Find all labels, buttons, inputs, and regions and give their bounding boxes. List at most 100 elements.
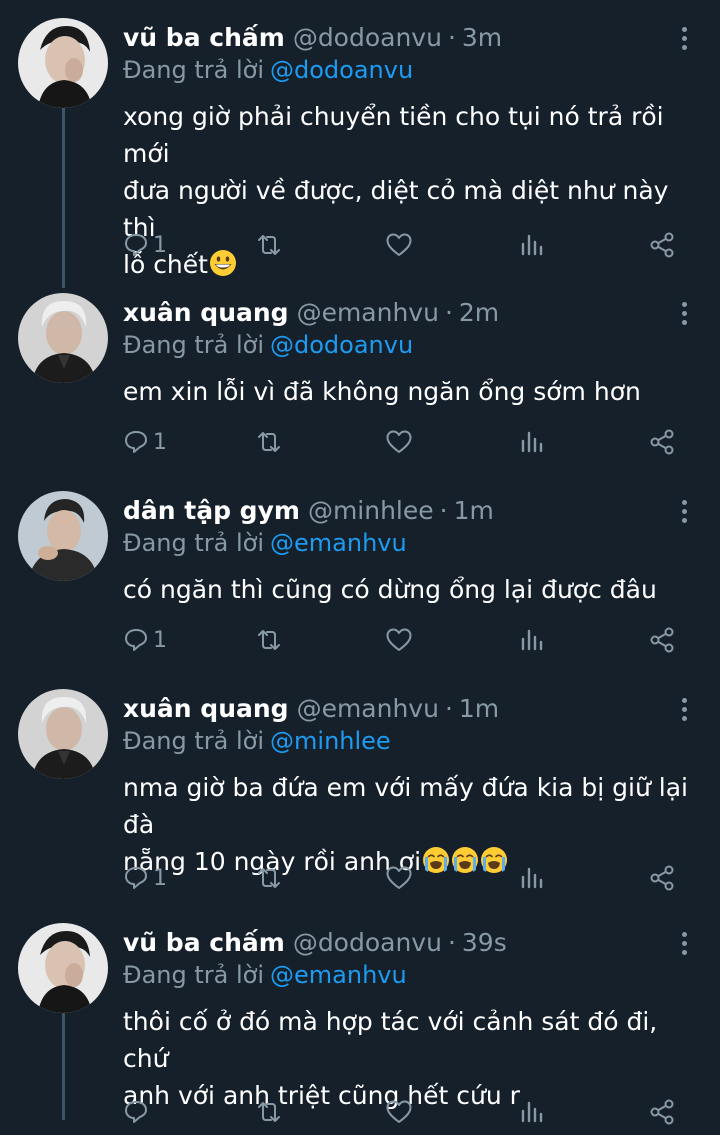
share-button[interactable]	[648, 424, 676, 460]
timestamp[interactable]: 2m	[459, 293, 499, 333]
share-icon	[650, 429, 674, 455]
timestamp[interactable]: 3m	[462, 18, 502, 58]
more-icon[interactable]	[672, 22, 696, 54]
retweet-icon	[258, 868, 280, 888]
reply-button[interactable]	[123, 1094, 153, 1130]
timestamp[interactable]: 1m	[459, 689, 499, 729]
share-button[interactable]	[648, 622, 676, 658]
replying-to-label: Đang trả lời	[123, 727, 265, 755]
avatar[interactable]	[18, 689, 108, 779]
heart-icon	[386, 233, 412, 256]
reply-button[interactable]: 1	[123, 860, 167, 896]
stats-icon	[521, 234, 543, 256]
separator-dot: ·	[447, 23, 456, 52]
like-button[interactable]	[385, 227, 413, 263]
retweet-icon	[258, 235, 280, 255]
reply-icon	[125, 1101, 147, 1123]
replying-to: Đang trả lời @dodoanvu	[123, 327, 413, 363]
separator-dot: ·	[444, 694, 453, 723]
action-bar: 1	[123, 622, 683, 658]
avatar[interactable]	[18, 18, 108, 108]
timestamp[interactable]: 39s	[462, 923, 507, 963]
heart-icon	[386, 1100, 412, 1123]
share-icon	[650, 1099, 674, 1125]
like-button[interactable]	[385, 424, 413, 460]
stats-icon	[521, 431, 543, 453]
more-icon[interactable]	[672, 297, 696, 329]
replying-to-handle[interactable]: @minhlee	[270, 727, 391, 755]
stats-icon	[521, 1101, 543, 1123]
tweet[interactable]: vũ ba chấm @dodoanvu · 39s Đang trả lời @…	[0, 923, 720, 1135]
tweet[interactable]: vũ ba chấm @dodoanvu · 3m Đang trả lời @d…	[0, 18, 720, 280]
share-icon	[650, 232, 674, 258]
share-icon	[650, 627, 674, 653]
reply-icon	[125, 629, 147, 651]
tweet[interactable]: xuân quang @emanhvu · 1m Đang trả lời @mi…	[0, 689, 720, 909]
replying-to-handle[interactable]: @dodoanvu	[270, 331, 413, 359]
retweet-button[interactable]	[255, 424, 283, 460]
share-button[interactable]	[648, 860, 676, 896]
share-button[interactable]	[648, 227, 676, 263]
stats-button[interactable]	[519, 1094, 545, 1130]
like-button[interactable]	[385, 622, 413, 658]
reply-button[interactable]: 1	[123, 622, 167, 658]
retweet-button[interactable]	[255, 1094, 283, 1130]
action-bar: 1	[123, 227, 683, 263]
avatar[interactable]	[18, 923, 108, 1013]
reply-button[interactable]: 1	[123, 424, 167, 460]
separator-dot: ·	[444, 298, 453, 327]
tweet-text: có ngăn thì cũng có dừng ổng lại được đâ…	[123, 571, 703, 608]
stats-button[interactable]	[519, 622, 545, 658]
retweet-icon	[258, 630, 280, 650]
reply-icon	[125, 234, 147, 256]
heart-icon	[386, 430, 412, 453]
like-button[interactable]	[385, 860, 413, 896]
share-button[interactable]	[648, 1094, 676, 1130]
more-icon[interactable]	[672, 927, 696, 959]
reply-thread: vũ ba chấm @dodoanvu · 3m Đang trả lời @d…	[0, 0, 720, 1135]
timestamp[interactable]: 1m	[454, 491, 494, 531]
stats-button[interactable]	[519, 424, 545, 460]
replying-to-handle[interactable]: @emanhvu	[270, 961, 407, 989]
action-bar: 1	[123, 424, 683, 460]
replying-to-handle[interactable]: @dodoanvu	[270, 56, 413, 84]
stats-button[interactable]	[519, 227, 545, 263]
reply-icon	[125, 867, 147, 889]
stats-icon	[521, 867, 543, 889]
tweet[interactable]: dân tập gym @minhlee · 1m Đang trả lời @e…	[0, 491, 720, 673]
heart-icon	[386, 628, 412, 651]
replying-to-label: Đang trả lời	[123, 961, 265, 989]
tweet-text-body: có ngăn thì cũng có dừng ổng lại được đâ…	[123, 575, 657, 604]
replying-to-label: Đang trả lời	[123, 529, 265, 557]
stats-icon	[521, 629, 543, 651]
reply-icon	[125, 431, 147, 453]
stats-button[interactable]	[519, 860, 545, 896]
reply-button[interactable]: 1	[123, 227, 167, 263]
replying-to: Đang trả lời @dodoanvu	[123, 52, 413, 88]
action-bar: 1	[123, 860, 683, 896]
avatar[interactable]	[18, 293, 108, 383]
replying-to: Đang trả lời @emanhvu	[123, 957, 407, 993]
like-button[interactable]	[385, 1094, 413, 1130]
replying-to: Đang trả lời @minhlee	[123, 723, 391, 759]
tweet-text: em xin lỗi vì đã không ngăn ổng sớm hơn	[123, 373, 703, 410]
tweet[interactable]: xuân quang @emanhvu · 2m Đang trả lời @do…	[0, 293, 720, 475]
reply-count: 1	[153, 627, 167, 653]
separator-dot: ·	[439, 496, 448, 525]
more-icon[interactable]	[672, 693, 696, 725]
retweet-button[interactable]	[255, 860, 283, 896]
replying-to: Đang trả lời @emanhvu	[123, 525, 407, 561]
retweet-button[interactable]	[255, 227, 283, 263]
separator-dot: ·	[447, 928, 456, 957]
replying-to-label: Đang trả lời	[123, 56, 265, 84]
reply-count: 1	[153, 232, 167, 258]
heart-icon	[386, 866, 412, 889]
retweet-button[interactable]	[255, 622, 283, 658]
reply-count: 1	[153, 865, 167, 891]
replying-to-handle[interactable]: @emanhvu	[270, 529, 407, 557]
avatar[interactable]	[18, 491, 108, 581]
action-bar	[123, 1094, 683, 1130]
share-icon	[650, 865, 674, 891]
replying-to-label: Đang trả lời	[123, 331, 265, 359]
more-icon[interactable]	[672, 495, 696, 527]
